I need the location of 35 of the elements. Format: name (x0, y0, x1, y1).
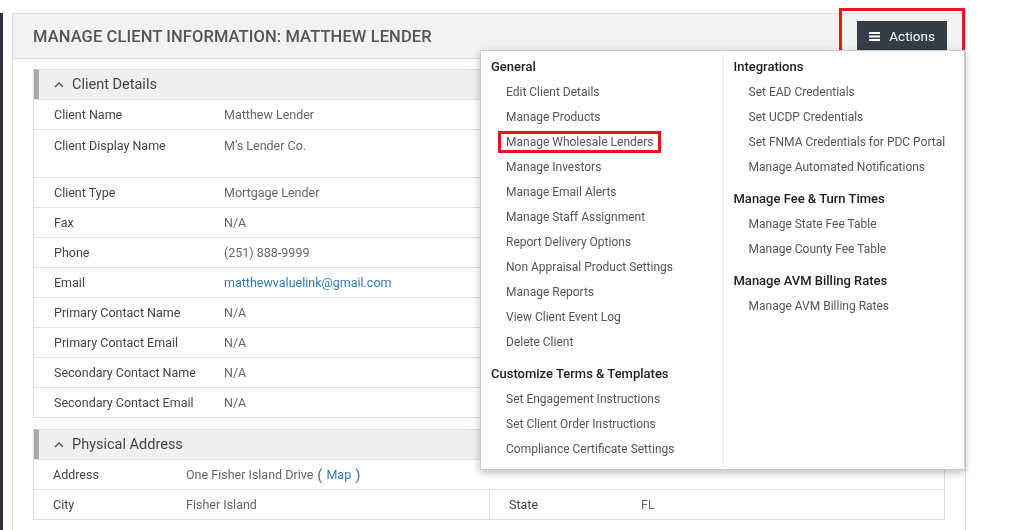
field-label: Email (53, 275, 86, 290)
field-label: Secondary Contact Email (53, 395, 195, 410)
field-label: Address (52, 467, 100, 482)
field-value: N/A (224, 395, 247, 410)
page-title: MANAGE CLIENT INFORMATION: MATTHEW LENDER (33, 26, 432, 46)
field-value: Fisher Island (186, 497, 257, 512)
field-value: N/A (224, 335, 247, 350)
field-value: Mortgage Lender (224, 185, 320, 200)
section-title: Client Details (72, 76, 157, 93)
field-label: State (508, 497, 540, 512)
field-label: Client Name (53, 107, 124, 122)
field-value: N/A (224, 215, 247, 230)
field-label: Client Type (53, 185, 117, 200)
field-value: Matthew Lender (224, 107, 315, 122)
menu-group-title: Manage AVM Billing Rates (733, 273, 889, 290)
parenthesis: ) (354, 465, 362, 484)
field-value: N/A (224, 365, 247, 380)
field-label: Primary Contact Name (53, 305, 182, 320)
field-label: Secondary Contact Name (53, 365, 197, 380)
menu-group-title: Customize Terms & Templates (491, 366, 670, 383)
field-value: N/A (224, 305, 247, 320)
field-value: M’s Lender Co. (224, 138, 307, 153)
field-value: FL (641, 497, 655, 512)
section-title: Physical Address (72, 436, 183, 453)
menu-group-title: Integrations (733, 59, 805, 76)
menu-group-title: Manage Fee & Turn Times (733, 191, 886, 208)
field-value: (251) 888-9999 (224, 245, 310, 260)
field-value: One Fisher Island Drive (186, 467, 314, 482)
field-label: Phone (53, 245, 91, 260)
field-label: Primary Contact Email (53, 335, 180, 350)
field-label: Client Display Name (53, 138, 167, 153)
parenthesis: ( (316, 465, 324, 484)
field-label: City (52, 497, 76, 512)
field-label: Fax (53, 215, 75, 230)
menu-group-title: General (491, 59, 537, 76)
